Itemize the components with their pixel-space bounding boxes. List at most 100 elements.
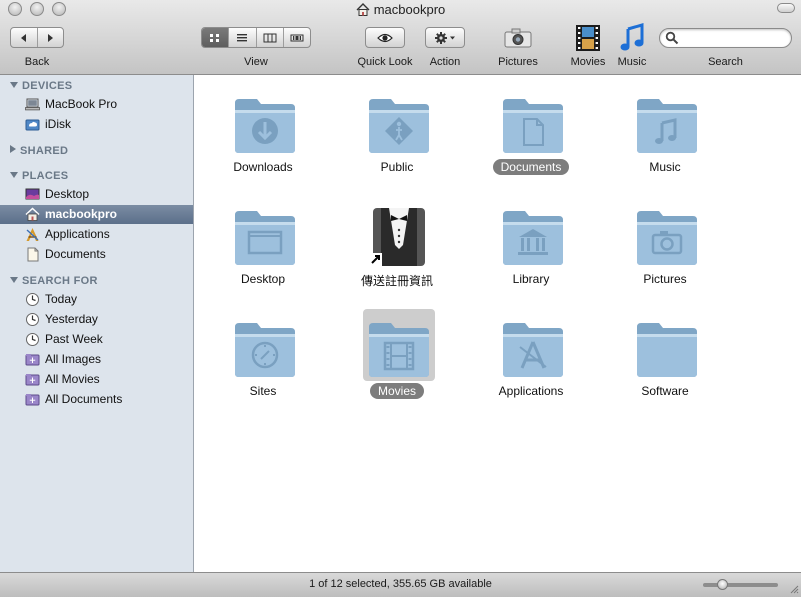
sidebar-item-desktop[interactable]: Desktop xyxy=(0,185,193,204)
list-view-icon xyxy=(237,33,248,41)
idisk-icon xyxy=(25,117,40,132)
disclosure-triangle-icon xyxy=(10,172,18,178)
sidebar-item-past-week[interactable]: Past Week xyxy=(0,330,193,349)
file-item-public[interactable]: Public xyxy=(337,83,457,183)
sidebar-item-macbookpro-home[interactable]: macbookpro xyxy=(0,205,193,224)
register-app-alias-icon xyxy=(367,205,431,269)
coverflow-view-button[interactable] xyxy=(284,28,310,47)
column-view-button[interactable] xyxy=(257,28,284,47)
movies-label: Movies xyxy=(570,56,606,68)
search-field[interactable] xyxy=(659,28,792,48)
camera-icon xyxy=(504,28,532,48)
file-item-desktop[interactable]: Desktop xyxy=(203,195,323,295)
status-bar: 1 of 12 selected, 355.65 GB available xyxy=(0,572,801,597)
sidebar-item-yesterday[interactable]: Yesterday xyxy=(0,310,193,329)
column-view-icon xyxy=(263,33,277,42)
file-name: Pictures xyxy=(643,272,687,286)
laptop-icon xyxy=(25,97,40,112)
quicklook-button[interactable] xyxy=(365,27,405,48)
forward-arrow-icon xyxy=(48,33,54,42)
status-text: 1 of 12 selected, 355.65 GB available xyxy=(309,578,492,590)
sidebar: DEVICES MacBook Pro iDisk SHARED PLACES … xyxy=(0,75,194,572)
file-name: Desktop xyxy=(240,272,286,286)
sidebar-item-macbook-pro[interactable]: MacBook Pro xyxy=(0,95,193,114)
pictures-label: Pictures xyxy=(498,56,538,68)
music-toolbar-button[interactable] xyxy=(617,22,647,54)
document-icon xyxy=(25,247,40,262)
movies-toolbar-button[interactable] xyxy=(572,22,604,54)
search-label: Search xyxy=(708,56,743,68)
icon-view-button[interactable] xyxy=(202,28,230,47)
window-title: macbookpro xyxy=(0,2,801,19)
sites-folder-icon xyxy=(233,317,297,381)
file-item-applications[interactable]: Applications xyxy=(471,307,591,407)
smart-folder-icon xyxy=(25,352,40,367)
file-name: Applications xyxy=(498,384,564,398)
applications-icon xyxy=(25,227,40,242)
smart-folder-icon xyxy=(25,392,40,407)
clock-icon xyxy=(25,312,40,327)
file-item-software[interactable]: Software xyxy=(605,307,725,407)
smart-folder-icon xyxy=(25,372,40,387)
sidebar-item-all-movies[interactable]: All Movies xyxy=(0,370,193,389)
coverflow-view-icon xyxy=(290,34,304,41)
back-forward-control xyxy=(10,27,64,48)
sidebar-item-documents[interactable]: Documents xyxy=(0,245,193,264)
sidebar-item-all-documents[interactable]: All Documents xyxy=(0,390,193,409)
sidebar-item-applications[interactable]: Applications xyxy=(0,225,193,244)
pictures-toolbar-button[interactable] xyxy=(500,22,536,52)
folder-icon xyxy=(635,317,699,381)
file-item-sites[interactable]: Sites xyxy=(203,307,323,407)
back-button[interactable] xyxy=(11,28,38,47)
film-icon xyxy=(576,25,600,51)
documents-folder-icon xyxy=(501,93,565,157)
file-name: Music xyxy=(649,160,681,174)
list-view-button[interactable] xyxy=(229,28,257,47)
file-item-downloads[interactable]: Downloads xyxy=(203,83,323,183)
icon-size-slider[interactable] xyxy=(703,579,778,590)
music-folder-icon xyxy=(635,93,699,157)
file-name: Movies xyxy=(369,383,424,399)
file-item-library[interactable]: Library xyxy=(471,195,591,295)
view-control xyxy=(201,27,311,48)
file-icon-grid: Downloads Public Documents Music Desktop… xyxy=(195,75,801,572)
clock-icon xyxy=(25,292,40,307)
slider-knob[interactable] xyxy=(716,579,728,590)
file-name: Downloads xyxy=(233,160,293,174)
back-arrow-icon xyxy=(20,33,26,42)
file-item-music[interactable]: Music xyxy=(605,83,725,183)
file-name: 傳送註冊資訊 xyxy=(360,274,433,288)
file-name: Library xyxy=(512,272,550,286)
icon-view-icon xyxy=(210,33,220,42)
sidebar-section-shared[interactable]: SHARED xyxy=(10,145,68,157)
sidebar-item-today[interactable]: Today xyxy=(0,290,193,309)
toolbar: macbookpro Back View Quick Look Action P… xyxy=(0,0,801,75)
disclosure-triangle-icon xyxy=(10,145,16,153)
resize-grip-icon[interactable] xyxy=(789,582,799,594)
sidebar-item-idisk[interactable]: iDisk xyxy=(0,115,193,134)
music-label: Music xyxy=(617,56,647,68)
file-item-movies[interactable]: Movies xyxy=(337,307,457,407)
disclosure-triangle-icon xyxy=(10,82,18,88)
search-icon xyxy=(665,31,679,48)
finder-window: macbookpro Back View Quick Look Action P… xyxy=(0,0,801,597)
library-folder-icon xyxy=(501,205,565,269)
forward-button[interactable] xyxy=(38,28,64,47)
file-name: Public xyxy=(380,160,414,174)
eye-icon xyxy=(377,33,393,42)
file-item-documents[interactable]: Documents xyxy=(471,83,591,183)
chevron-down-icon xyxy=(450,36,455,39)
file-name: Documents xyxy=(492,159,570,175)
sidebar-section-devices[interactable]: DEVICES xyxy=(10,80,72,92)
file-item-pictures[interactable]: Pictures xyxy=(605,195,725,295)
sidebar-section-places[interactable]: PLACES xyxy=(10,170,68,182)
music-note-icon xyxy=(620,23,644,51)
view-label: View xyxy=(244,56,268,68)
action-button[interactable] xyxy=(425,27,465,48)
sidebar-item-all-images[interactable]: All Images xyxy=(0,350,193,369)
window-title-text: macbookpro xyxy=(373,2,446,17)
downloads-folder-icon xyxy=(233,93,297,157)
desktop-icon xyxy=(25,187,40,202)
sidebar-section-search-for[interactable]: SEARCH FOR xyxy=(10,275,98,287)
file-item-register-alias[interactable]: 傳送註冊資訊 xyxy=(337,195,457,295)
